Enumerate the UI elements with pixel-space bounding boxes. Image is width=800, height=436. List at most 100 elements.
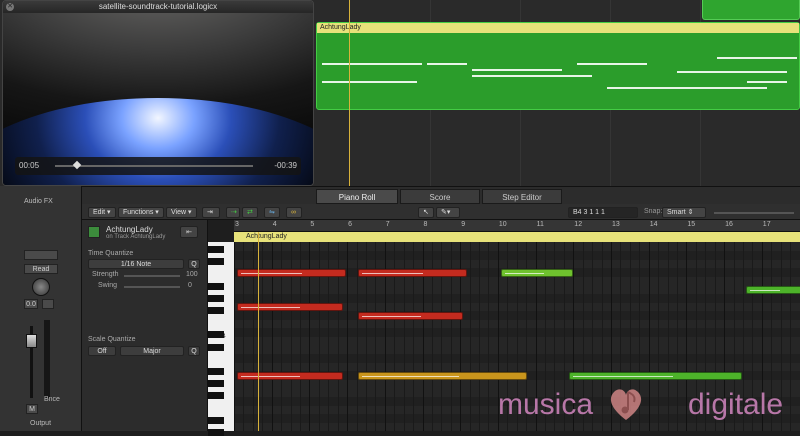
tab-piano-roll[interactable]: Piano Roll	[316, 189, 398, 204]
arrange-region-name: AchtungLady	[317, 23, 799, 33]
scale-root-select[interactable]: Off	[88, 346, 116, 356]
volume-readout: 0.0	[24, 299, 38, 309]
pencil-tool-icon[interactable]: ✎▾	[436, 207, 460, 218]
ruler-bar-number: 14	[650, 221, 658, 228]
tab-label: Piano Roll	[339, 193, 375, 202]
position-display: B4 3 1 1 1	[568, 207, 638, 218]
watermark-right: digitale	[688, 388, 783, 422]
midi-region-icon	[88, 226, 100, 238]
scale-mode-select[interactable]: Major	[120, 346, 184, 356]
movie-time-elapsed: 00:05	[19, 161, 39, 170]
bar-line	[234, 242, 235, 431]
snap-value: Smart	[667, 209, 686, 216]
midi-note[interactable]	[237, 269, 346, 277]
note-value: 1/16 Note	[121, 261, 151, 268]
inspector-region-name: AchtungLady	[106, 225, 153, 234]
strength-slider[interactable]	[124, 275, 180, 277]
black-key[interactable]	[208, 331, 224, 338]
eq-slot[interactable]	[24, 250, 58, 260]
arrange-region-top[interactable]	[702, 0, 800, 20]
arrange-playhead[interactable]	[349, 0, 350, 186]
note-value-select[interactable]: 1/16 Note	[88, 259, 184, 269]
black-key[interactable]	[208, 246, 224, 253]
view-menu[interactable]: View ▾	[166, 207, 197, 218]
snap-select[interactable]: Smart ⇕	[662, 207, 706, 218]
tab-score[interactable]: Score	[400, 189, 480, 204]
ruler-bar-number: 16	[725, 221, 733, 228]
editor-region-name: AchtungLady	[246, 233, 287, 240]
functions-menu[interactable]: Functions ▾	[118, 207, 164, 218]
strength-value: 100	[186, 271, 198, 278]
midi-note[interactable]	[358, 312, 464, 320]
arrange-region[interactable]: AchtungLady	[316, 22, 800, 110]
region-options-icon[interactable]: ⇤	[180, 226, 198, 238]
output-label: Output	[30, 420, 51, 427]
tab-label: Score	[430, 193, 451, 202]
automation-read-button[interactable]: Read	[24, 264, 58, 274]
channel-strip: Audio FX Read 0.0 M Bnce Output	[0, 186, 82, 431]
black-key[interactable]	[208, 429, 224, 436]
movie-scrubber[interactable]	[55, 165, 253, 167]
black-key[interactable]	[208, 283, 224, 290]
heart-note-logo	[606, 384, 646, 424]
pan-knob[interactable]	[32, 278, 50, 296]
ruler-bar-number: 10	[499, 221, 507, 228]
tab-step-editor[interactable]: Step Editor	[482, 189, 562, 204]
audio-fx-label[interactable]: Audio FX	[24, 198, 53, 205]
black-key[interactable]	[208, 392, 224, 399]
ruler-bar-number: 9	[461, 221, 465, 228]
piano-keyboard[interactable]: C4	[208, 242, 234, 431]
view-menu-label: View	[171, 209, 186, 216]
bounce-label[interactable]: Bnce	[44, 396, 60, 403]
catch-icon[interactable]: ⇋	[264, 207, 280, 218]
ruler-bar-number: 4	[273, 221, 277, 228]
ruler-bar-number: 15	[687, 221, 695, 228]
mute-button[interactable]: M	[26, 404, 38, 414]
black-key[interactable]	[208, 295, 224, 302]
midi-note[interactable]	[746, 286, 800, 294]
ruler-bar-number: 17	[763, 221, 771, 228]
editor-tabbar: Piano Roll Score Step Editor	[0, 186, 800, 204]
black-key[interactable]	[208, 258, 224, 265]
quantize-button[interactable]: Q	[188, 259, 200, 269]
movie-titlebar: satellite-soundtrack-tutorial.logicx	[3, 1, 313, 13]
volume-fader-handle[interactable]	[26, 334, 37, 348]
midi-line	[577, 63, 647, 65]
level-meter	[44, 320, 50, 398]
midi-line	[607, 87, 767, 89]
midi-note[interactable]	[358, 269, 467, 277]
bar-ruler[interactable]: 34567891011121314151617	[234, 220, 800, 232]
editor-region-bar[interactable]: AchtungLady	[234, 232, 800, 242]
midi-line	[747, 81, 787, 83]
midi-note[interactable]	[358, 372, 528, 380]
close-icon[interactable]: ✕	[6, 3, 14, 11]
black-key[interactable]	[208, 380, 224, 387]
midi-note[interactable]	[237, 372, 343, 380]
black-key[interactable]	[208, 307, 224, 314]
editor-playhead[interactable]	[258, 232, 259, 431]
black-key[interactable]	[208, 368, 224, 375]
black-key[interactable]	[208, 344, 224, 351]
midi-note[interactable]	[501, 269, 573, 277]
pointer-tool-icon[interactable]: ↖	[418, 207, 434, 218]
midi-line	[322, 81, 417, 83]
link-icon[interactable]: ∞	[286, 207, 302, 218]
swing-slider[interactable]	[124, 286, 180, 288]
scale-quantize-button[interactable]: Q	[188, 346, 200, 356]
position-value: B4 3 1 1 1	[573, 209, 605, 216]
edit-menu-label: Edit	[93, 209, 105, 216]
midi-out-icon[interactable]: ⇄	[242, 207, 258, 218]
movie-title: satellite-soundtrack-tutorial.logicx	[99, 2, 217, 11]
editor-toolbar: Edit ▾ Functions ▾ View ▾ ⇥ ⇢ ⇄ ⇋ ∞ ↖ ✎▾…	[82, 204, 800, 220]
midi-in-icon[interactable]: ⇢	[226, 207, 240, 218]
collapse-icon[interactable]: ⇥	[202, 207, 220, 218]
midi-note[interactable]	[237, 303, 343, 311]
movie-time-remaining: -00:39	[274, 161, 297, 170]
midi-note[interactable]	[569, 372, 742, 380]
movie-controls: 00:05 -00:39	[15, 157, 301, 175]
scale-root-value: Off	[97, 348, 106, 355]
zoom-slider[interactable]	[714, 212, 794, 214]
movie-scrubber-knob[interactable]	[73, 161, 81, 169]
black-key[interactable]	[208, 417, 224, 424]
edit-menu[interactable]: Edit ▾	[88, 207, 116, 218]
